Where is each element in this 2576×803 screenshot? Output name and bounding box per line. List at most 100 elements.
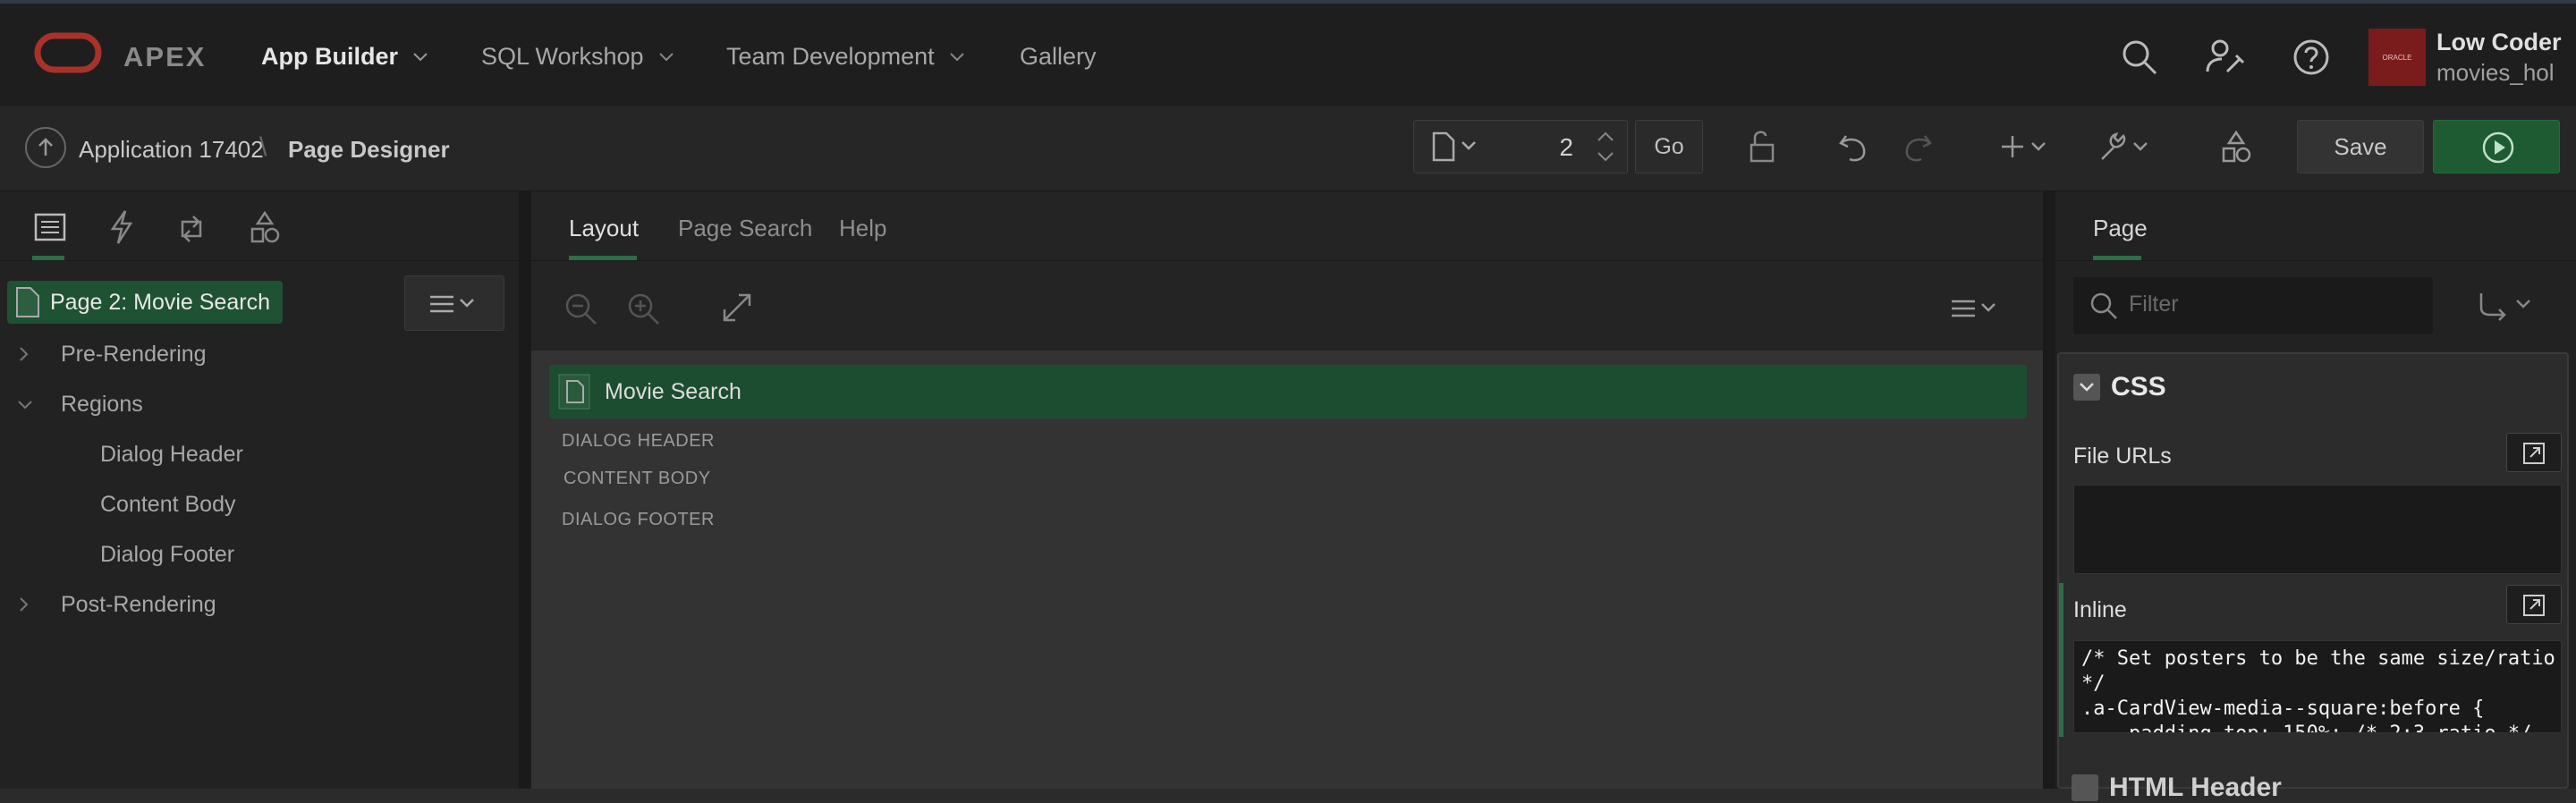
chevron-down-icon — [658, 52, 674, 61]
chevron-down-icon[interactable] — [16, 399, 34, 411]
collapse-toggle-icon[interactable] — [2072, 774, 2098, 801]
open-in-editor-button[interactable] — [2506, 433, 2562, 472]
up-arrow-icon[interactable] — [25, 127, 66, 168]
user-name[interactable]: Low Coder — [2436, 29, 2562, 56]
nav-app-builder[interactable]: App Builder — [261, 43, 428, 71]
region-title: Movie Search — [605, 378, 741, 404]
tree-node-post-rendering[interactable]: Post-Rendering — [61, 592, 216, 618]
tab-page[interactable]: Page — [2093, 215, 2148, 242]
tab-help[interactable]: Help — [839, 215, 886, 242]
create-menu-icon[interactable] — [2000, 129, 2050, 165]
tree-root-page[interactable]: Page 2: Movie Search — [7, 281, 283, 324]
page-number-input[interactable]: 2 — [1559, 133, 1573, 162]
collapse-toggle-icon[interactable] — [2073, 374, 2100, 401]
chevron-down-icon — [949, 52, 964, 61]
apex-brand[interactable]: APEX — [123, 41, 206, 73]
save-button[interactable]: Save — [2297, 120, 2424, 173]
active-tab-indicator — [32, 256, 64, 260]
menu-icon — [430, 295, 474, 313]
region-movie-search[interactable]: Movie Search — [549, 365, 2027, 418]
active-tab-indicator — [569, 256, 637, 260]
shared-components-icon[interactable] — [2218, 129, 2254, 165]
tree-node-pre-rendering[interactable]: Pre-Rendering — [61, 342, 207, 368]
filter-field[interactable] — [2073, 277, 2433, 334]
nav-gallery[interactable]: Gallery — [1020, 43, 1097, 71]
slot-content-body[interactable]: CONTENT BODY — [564, 469, 711, 489]
search-icon — [2090, 292, 2117, 319]
open-code-editor-button[interactable] — [2506, 585, 2562, 624]
css-property-group: CSS File URLs Inline /* Set posters to b… — [2057, 352, 2569, 789]
zoom-out-icon[interactable] — [564, 292, 599, 327]
external-link-icon — [2523, 443, 2545, 464]
external-link-icon — [2523, 595, 2545, 616]
dynamic-actions-tab-icon[interactable] — [104, 209, 140, 245]
utilities-wrench-icon[interactable] — [2097, 129, 2152, 165]
help-icon[interactable] — [2290, 36, 2333, 79]
html-header-property-group: HTML Header — [2057, 767, 2569, 802]
breadcrumb-separator: \ — [259, 132, 267, 162]
layout-panel: Layout Page Search Help Movie Search DIA… — [531, 191, 2043, 789]
slot-dialog-footer[interactable]: DIALOG FOOTER — [562, 510, 715, 530]
expand-icon[interactable] — [721, 292, 753, 324]
chevron-down-icon — [413, 52, 428, 61]
nav-team-development-label: Team Development — [726, 43, 935, 70]
nav-team-development[interactable]: Team Development — [726, 43, 965, 71]
nav-sql-workshop[interactable]: SQL Workshop — [481, 43, 674, 71]
inline-css-code: /* Set posters to be the same size/ratio… — [2081, 647, 2555, 732]
workspace-name[interactable]: movies_hol — [2436, 59, 2555, 87]
go-button[interactable]: Go — [1635, 120, 1703, 173]
shared-components-tab-icon[interactable] — [247, 209, 283, 245]
layout-canvas[interactable]: Movie Search DIALOG HEADER CONTENT BODY … — [531, 351, 2043, 789]
group-title-css[interactable]: CSS — [2111, 372, 2166, 402]
layout-toolbar — [531, 261, 2043, 351]
undo-icon[interactable] — [1835, 129, 1871, 165]
tree-root-label: Page 2: Movie Search — [50, 289, 270, 315]
administration-icon[interactable] — [2204, 36, 2247, 79]
center-tabs: Layout Page Search Help — [531, 191, 2043, 261]
nav-sql-workshop-label: SQL Workshop — [481, 43, 644, 70]
breadcrumb-application[interactable]: Application 17402 — [79, 136, 264, 164]
page-icon — [16, 287, 39, 317]
tree-menu-button[interactable] — [404, 275, 504, 331]
avatar-text: ORACLE — [2382, 53, 2412, 62]
unlock-icon[interactable] — [1744, 129, 1780, 165]
page-designer-toolbar: Application 17402 \ Page Designer 2 Go S… — [0, 106, 2576, 191]
search-icon[interactable] — [2118, 36, 2161, 79]
group-title-html-header[interactable]: HTML Header — [2109, 773, 2282, 803]
chevron-right-icon[interactable] — [18, 345, 30, 363]
tab-page-search[interactable]: Page Search — [678, 215, 812, 242]
run-button[interactable] — [2433, 120, 2560, 173]
nav-gallery-label: Gallery — [1020, 43, 1097, 70]
page-selector[interactable]: 2 — [1413, 120, 1628, 173]
property-editor-panel: Page CSS File URLs Inline /* Set posters… — [2055, 191, 2576, 802]
top-navigation-bar: APEX App Builder SQL Workshop Team Devel… — [0, 0, 2576, 106]
tree-node-regions[interactable]: Regions — [61, 392, 143, 418]
file-urls-textarea[interactable] — [2073, 485, 2562, 574]
inline-css-editor[interactable]: /* Set posters to be the same size/ratio… — [2073, 640, 2562, 733]
oracle-logo-icon[interactable] — [34, 32, 102, 73]
inline-label: Inline — [2073, 597, 2127, 622]
page-title: Page Designer — [288, 136, 450, 163]
rendering-tab-icon[interactable] — [32, 209, 68, 245]
page-icon — [1432, 131, 1476, 162]
chevron-right-icon[interactable] — [18, 596, 30, 613]
slot-dialog-header[interactable]: DIALOG HEADER — [562, 431, 715, 452]
nav-app-builder-label: App Builder — [261, 43, 398, 70]
right-splitter[interactable] — [2043, 191, 2055, 789]
avatar[interactable]: ORACLE — [2368, 29, 2426, 86]
filter-input[interactable] — [2129, 292, 2415, 317]
tree-node-dialog-footer[interactable]: Dialog Footer — [100, 542, 234, 568]
tab-layout[interactable]: Layout — [569, 215, 639, 242]
left-panel-tabs — [0, 191, 519, 261]
property-tabs: Page — [2055, 191, 2576, 261]
go-to-group-icon[interactable] — [2476, 290, 2540, 322]
zoom-in-icon[interactable] — [626, 292, 662, 327]
tree-node-dialog-header[interactable]: Dialog Header — [100, 442, 243, 468]
processing-tab-icon[interactable] — [175, 209, 211, 245]
redo-icon[interactable] — [1900, 129, 1936, 165]
page-icon — [558, 374, 590, 410]
left-splitter[interactable] — [519, 191, 531, 789]
tree-node-content-body[interactable]: Content Body — [100, 492, 236, 518]
stepper-icon[interactable] — [1593, 126, 1618, 167]
menu-icon[interactable] — [1948, 295, 2005, 322]
